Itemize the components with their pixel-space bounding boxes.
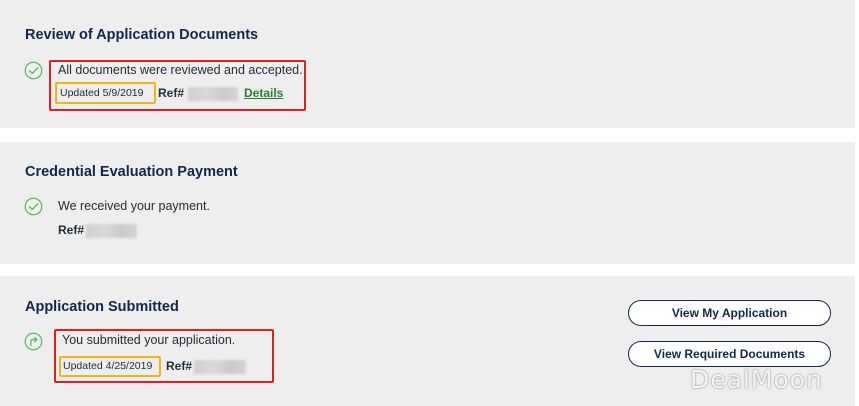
submitted-ref-label: Ref# — [166, 359, 193, 373]
check-circle-icon — [24, 197, 43, 216]
check-circle-icon — [24, 61, 43, 80]
review-details-link[interactable]: Details — [244, 86, 283, 100]
forward-arrow-circle-icon — [24, 332, 43, 351]
evaluation-payment-card: Credential Evaluation Payment We receive… — [0, 142, 855, 264]
review-documents-card: Review of Application Documents All docu… — [0, 0, 855, 128]
review-status-message: All documents were reviewed and accepted… — [58, 63, 303, 77]
view-required-documents-button[interactable]: View Required Documents — [628, 341, 831, 367]
review-ref-number-redacted — [188, 87, 238, 101]
submitted-status-message: You submitted your application. — [62, 333, 236, 347]
evaluation-payment-title: Credential Evaluation Payment — [25, 164, 238, 180]
dealmoon-watermark: DealMoon — [690, 365, 823, 394]
review-ref-label: Ref# — [158, 86, 185, 100]
payment-ref-number-redacted — [86, 224, 137, 238]
payment-ref-label: Ref# — [58, 223, 85, 237]
review-updated-date: Updated 5/9/2019 — [60, 87, 144, 99]
application-submitted-title: Application Submitted — [25, 299, 179, 315]
view-my-application-button[interactable]: View My Application — [628, 300, 831, 326]
submitted-ref-number-redacted — [194, 360, 246, 374]
payment-status-message: We received your payment. — [58, 199, 210, 213]
review-documents-title: Review of Application Documents — [25, 27, 259, 43]
submitted-updated-date: Updated 4/25/2019 — [63, 360, 153, 372]
